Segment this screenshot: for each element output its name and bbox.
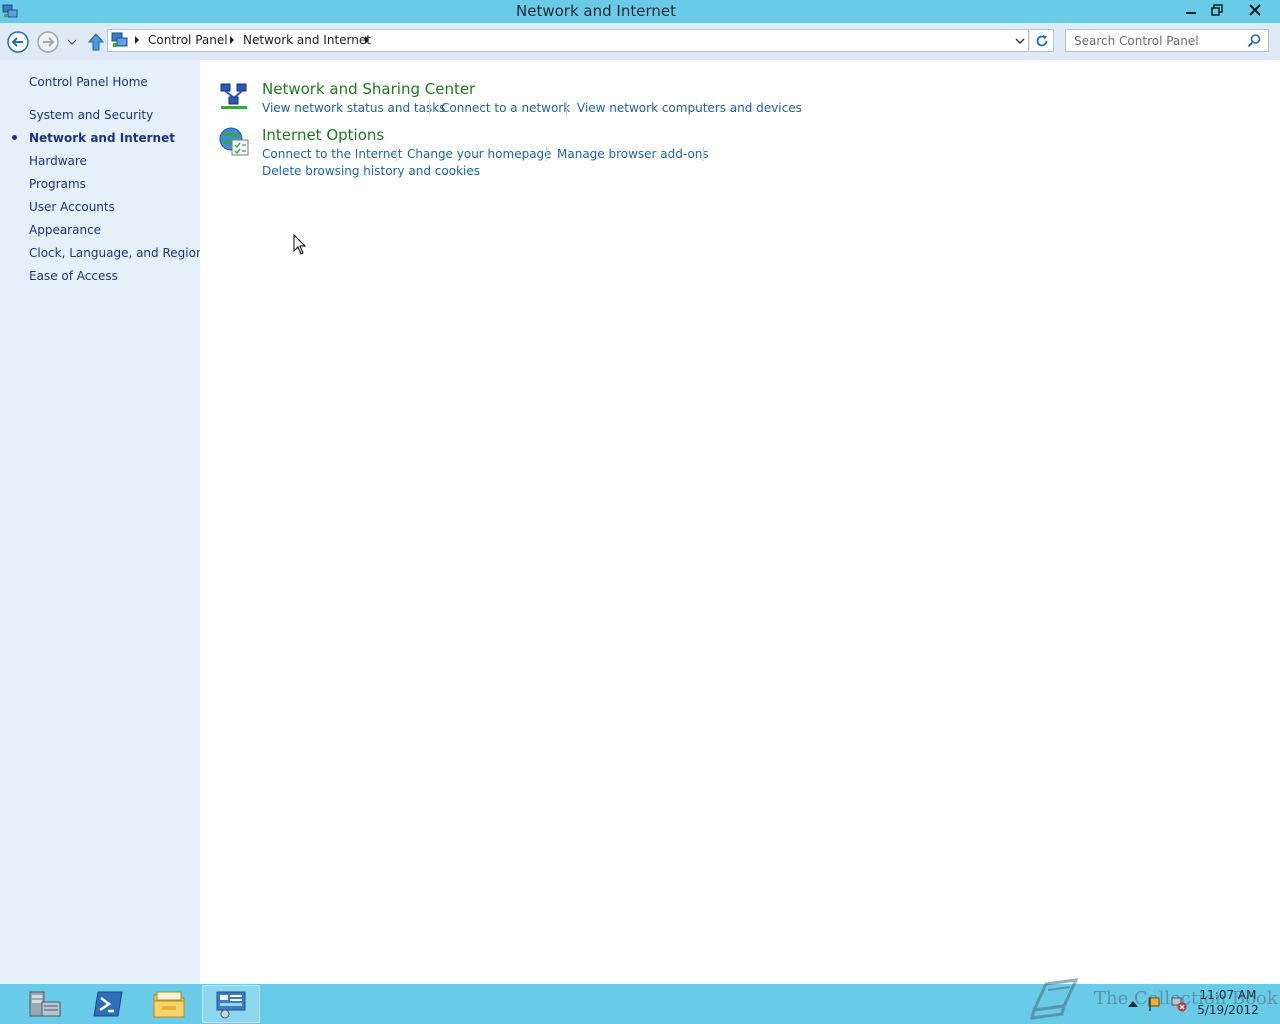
chevron-down-icon: [67, 39, 77, 45]
network-disconnected-icon[interactable]: [1171, 996, 1187, 1012]
manage-browser-addons-link[interactable]: Manage browser add-ons: [557, 146, 709, 162]
back-arrow-icon: [7, 31, 29, 53]
breadcrumb-control-panel[interactable]: Control Panel: [148, 30, 228, 51]
window-title: Network and Internet: [516, 2, 676, 20]
back-button[interactable]: [7, 31, 29, 53]
link-separator: [429, 101, 430, 115]
taskbar-server-manager[interactable]: [16, 985, 74, 1023]
active-bullet: [12, 135, 17, 140]
search-box[interactable]: [1065, 29, 1269, 52]
close-button[interactable]: [1231, 0, 1278, 20]
clock-time: 11:07 AM: [1199, 988, 1257, 1002]
connect-to-internet-link[interactable]: Connect to the Internet: [262, 146, 402, 162]
refresh-icon: [1036, 34, 1047, 46]
recent-locations-button[interactable]: [65, 31, 79, 53]
sidebar-item-ease-of-access[interactable]: Ease of Access: [29, 267, 118, 285]
sidebar-item-appearance[interactable]: Appearance: [29, 221, 101, 239]
sidebar-item-programs[interactable]: Programs: [29, 175, 86, 193]
up-arrow-icon: [87, 33, 105, 51]
action-center-flag-icon[interactable]: [1147, 996, 1163, 1012]
breadcrumb-arrow-icon[interactable]: [228, 35, 236, 45]
book-icon: [1030, 978, 1079, 1020]
title-bar: Network and Internet: [0, 0, 1280, 23]
refresh-button[interactable]: [1030, 29, 1054, 52]
sidebar-item-control-panel-home[interactable]: Control Panel Home: [29, 73, 148, 91]
taskbar-file-explorer[interactable]: [140, 985, 198, 1023]
taskbar: The Collection Book 11:07 AM 5/19/2012: [0, 978, 1280, 1024]
powershell-icon: [93, 991, 123, 1017]
address-bar[interactable]: Control Panel Network and Internet: [107, 29, 1029, 52]
restore-icon: [1211, 4, 1223, 16]
sidebar-item-system-and-security[interactable]: System and Security: [29, 106, 153, 124]
sidebar: Control Panel Home System and Security N…: [0, 60, 204, 984]
delete-browsing-history-link[interactable]: Delete browsing history and cookies: [262, 163, 480, 179]
network-sharing-icon[interactable]: [218, 80, 250, 112]
search-icon[interactable]: [1246, 33, 1262, 49]
clock-date: 5/19/2012: [1197, 1003, 1259, 1017]
link-separator: [703, 147, 704, 161]
server-manager-icon: [29, 991, 61, 1017]
change-homepage-link[interactable]: Change your homepage: [407, 146, 552, 162]
search-input[interactable]: [1066, 30, 1242, 51]
view-network-status-link[interactable]: View network status and tasks: [262, 100, 445, 116]
sidebar-item-clock-language-region[interactable]: Clock, Language, and Region: [29, 244, 204, 262]
connect-to-network-link[interactable]: Connect to a network: [441, 100, 570, 116]
link-separator: [566, 101, 567, 115]
chevron-down-icon: [1015, 38, 1024, 44]
system-clock[interactable]: 11:07 AM 5/19/2012: [1196, 988, 1260, 1018]
internet-options-link[interactable]: Internet Options: [262, 125, 384, 145]
network-and-sharing-center-link[interactable]: Network and Sharing Center: [262, 79, 475, 99]
forward-button[interactable]: [37, 31, 59, 53]
main-content: Network and Sharing Center View network …: [200, 60, 1280, 984]
breadcrumb-network-and-internet[interactable]: Network and Internet: [243, 30, 371, 51]
file-explorer-icon: [153, 991, 185, 1018]
close-icon: [1248, 4, 1261, 16]
forward-arrow-icon: [37, 31, 59, 53]
navigation-bar: Control Panel Network and Internet: [0, 23, 1280, 60]
breadcrumb-arrow-icon[interactable]: [133, 35, 141, 45]
up-button[interactable]: [85, 31, 107, 53]
show-hidden-icons-icon[interactable]: [1125, 996, 1141, 1012]
internet-options-icon[interactable]: [218, 126, 250, 158]
sidebar-item-hardware[interactable]: Hardware: [29, 152, 87, 170]
mouse-cursor-icon: [293, 234, 306, 255]
view-network-computers-link[interactable]: View network computers and devices: [577, 100, 802, 116]
control-panel-icon: [111, 32, 128, 47]
minimize-icon: [1186, 12, 1196, 14]
restore-button[interactable]: [1204, 0, 1230, 20]
control-panel-icon: [216, 991, 246, 1019]
address-dropdown-button[interactable]: [1010, 29, 1029, 52]
taskbar-powershell[interactable]: [79, 985, 137, 1023]
link-separator: [546, 147, 547, 161]
link-separator: [396, 147, 397, 161]
sidebar-item-network-and-internet[interactable]: Network and Internet: [29, 129, 175, 147]
breadcrumb-arrow-icon[interactable]: [363, 35, 371, 45]
taskbar-control-panel[interactable]: [202, 985, 260, 1023]
sidebar-item-user-accounts[interactable]: User Accounts: [29, 198, 115, 216]
minimize-button[interactable]: [1178, 0, 1204, 20]
